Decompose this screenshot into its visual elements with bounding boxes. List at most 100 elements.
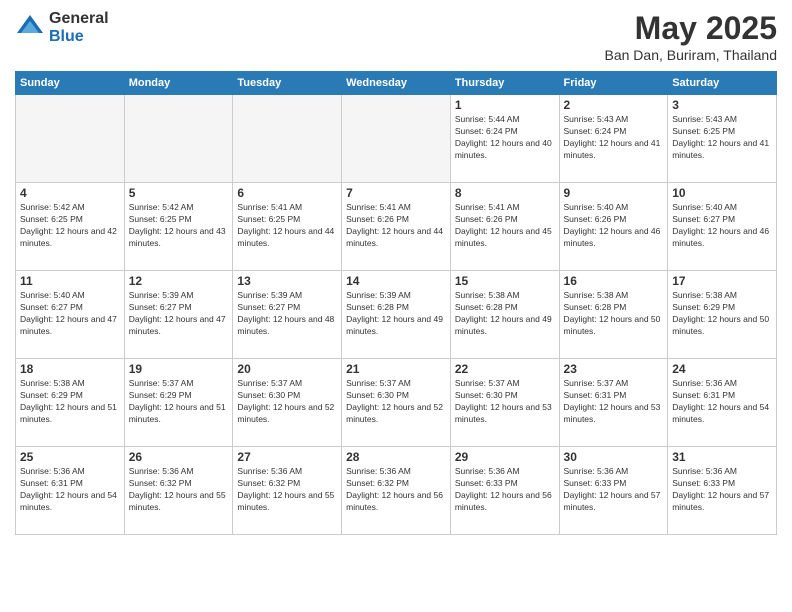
- day-info: Sunrise: 5:42 AMSunset: 6:25 PMDaylight:…: [129, 202, 229, 250]
- header-wednesday: Wednesday: [342, 72, 451, 95]
- title-block: May 2025 Ban Dan, Buriram, Thailand: [605, 10, 778, 63]
- calendar-cell: 24Sunrise: 5:36 AMSunset: 6:31 PMDayligh…: [668, 359, 777, 447]
- calendar-cell: 22 Sunrise: 5:37 AMSunset: 6:30 PMDayligh…: [450, 359, 559, 447]
- day-info: Sunrise: 5:40 AMSunset: 6:26 PMDaylight:…: [564, 202, 664, 250]
- calendar-cell: 3Sunrise: 5:43 AMSunset: 6:25 PMDaylight…: [668, 95, 777, 183]
- day-info: Sunrise: 5:36 AMSunset: 6:33 PMDaylight:…: [672, 466, 772, 514]
- day-number: 6: [237, 186, 337, 200]
- day-number: 8: [455, 186, 555, 200]
- day-number: 27: [237, 450, 337, 464]
- day-number: 26: [129, 450, 229, 464]
- day-info: Sunrise: 5:36 AMSunset: 6:32 PMDaylight:…: [346, 466, 446, 514]
- calendar-cell: 27 Sunrise: 5:36 AMSunset: 6:32 PMDayligh…: [233, 447, 342, 535]
- day-number: 13: [237, 274, 337, 288]
- day-info: Sunrise: 5:37 AMSunset: 6:30 PMDaylight:…: [237, 378, 337, 426]
- calendar-cell: 23Sunrise: 5:37 AMSunset: 6:31 PMDayligh…: [559, 359, 668, 447]
- day-info: Sunrise: 5:40 AMSunset: 6:27 PMDaylight:…: [672, 202, 772, 250]
- calendar-cell: 16Sunrise: 5:38 AMSunset: 6:28 PMDayligh…: [559, 271, 668, 359]
- day-info: Sunrise: 5:36 AMSunset: 6:32 PMDaylight:…: [129, 466, 229, 514]
- calendar-cell: 1Sunrise: 5:44 AMSunset: 6:24 PMDaylight…: [450, 95, 559, 183]
- day-info: Sunrise: 5:39 AMSunset: 6:27 PMDaylight:…: [237, 290, 337, 338]
- header-sunday: Sunday: [16, 72, 125, 95]
- day-number: 10: [672, 186, 772, 200]
- header-thursday: Thursday: [450, 72, 559, 95]
- day-info: Sunrise: 5:36 AMSunset: 6:32 PMDaylight:…: [237, 466, 337, 514]
- calendar-cell: 19 Sunrise: 5:37 AMSunset: 6:29 PMDayligh…: [124, 359, 233, 447]
- calendar-cell: 17 Sunrise: 5:38 AMSunset: 6:29 PMDayligh…: [668, 271, 777, 359]
- calendar-cell: 20 Sunrise: 5:37 AMSunset: 6:30 PMDayligh…: [233, 359, 342, 447]
- calendar-cell: 21 Sunrise: 5:37 AMSunset: 6:30 PMDayligh…: [342, 359, 451, 447]
- day-info: Sunrise: 5:37 AMSunset: 6:30 PMDaylight:…: [455, 378, 555, 426]
- week-row-2: 4 Sunrise: 5:42 AMSunset: 6:25 PMDaylight…: [16, 183, 777, 271]
- day-number: 4: [20, 186, 120, 200]
- calendar-cell: 25Sunrise: 5:36 AMSunset: 6:31 PMDayligh…: [16, 447, 125, 535]
- day-number: 16: [564, 274, 664, 288]
- day-number: 5: [129, 186, 229, 200]
- day-info: Sunrise: 5:38 AMSunset: 6:29 PMDaylight:…: [672, 290, 772, 338]
- day-number: 7: [346, 186, 446, 200]
- location-subtitle: Ban Dan, Buriram, Thailand: [605, 47, 778, 63]
- page: General Blue May 2025 Ban Dan, Buriram, …: [0, 0, 792, 612]
- calendar-cell: 14 Sunrise: 5:39 AMSunset: 6:28 PMDayligh…: [342, 271, 451, 359]
- day-number: 17: [672, 274, 772, 288]
- calendar-cell: [342, 95, 451, 183]
- day-info: Sunrise: 5:37 AMSunset: 6:30 PMDaylight:…: [346, 378, 446, 426]
- day-number: 1: [455, 98, 555, 112]
- calendar-cell: 5 Sunrise: 5:42 AMSunset: 6:25 PMDaylight…: [124, 183, 233, 271]
- day-number: 22: [455, 362, 555, 376]
- week-row-4: 18Sunrise: 5:38 AMSunset: 6:29 PMDayligh…: [16, 359, 777, 447]
- day-info: Sunrise: 5:41 AMSunset: 6:26 PMDaylight:…: [455, 202, 555, 250]
- calendar-cell: 28 Sunrise: 5:36 AMSunset: 6:32 PMDayligh…: [342, 447, 451, 535]
- calendar-cell: 31Sunrise: 5:36 AMSunset: 6:33 PMDayligh…: [668, 447, 777, 535]
- calendar-table: Sunday Monday Tuesday Wednesday Thursday…: [15, 71, 777, 535]
- calendar-cell: 26 Sunrise: 5:36 AMSunset: 6:32 PMDayligh…: [124, 447, 233, 535]
- day-number: 19: [129, 362, 229, 376]
- logo-general-label: General: [49, 10, 109, 28]
- day-info: Sunrise: 5:39 AMSunset: 6:27 PMDaylight:…: [129, 290, 229, 338]
- day-info: Sunrise: 5:43 AMSunset: 6:24 PMDaylight:…: [564, 114, 664, 162]
- calendar-cell: 10 Sunrise: 5:40 AMSunset: 6:27 PMDayligh…: [668, 183, 777, 271]
- day-number: 21: [346, 362, 446, 376]
- day-number: 15: [455, 274, 555, 288]
- day-number: 25: [20, 450, 120, 464]
- header-friday: Friday: [559, 72, 668, 95]
- calendar-cell: [233, 95, 342, 183]
- calendar-cell: 4Sunrise: 5:42 AMSunset: 6:25 PMDaylight…: [16, 183, 125, 271]
- day-number: 23: [564, 362, 664, 376]
- day-number: 11: [20, 274, 120, 288]
- calendar-cell: 15Sunrise: 5:38 AMSunset: 6:28 PMDayligh…: [450, 271, 559, 359]
- calendar-cell: 13 Sunrise: 5:39 AMSunset: 6:27 PMDayligh…: [233, 271, 342, 359]
- calendar-cell: 6Sunrise: 5:41 AMSunset: 6:25 PMDaylight…: [233, 183, 342, 271]
- header-monday: Monday: [124, 72, 233, 95]
- day-info: Sunrise: 5:37 AMSunset: 6:29 PMDaylight:…: [129, 378, 229, 426]
- main-title: May 2025: [605, 10, 778, 47]
- day-number: 3: [672, 98, 772, 112]
- day-number: 29: [455, 450, 555, 464]
- week-row-3: 11Sunrise: 5:40 AMSunset: 6:27 PMDayligh…: [16, 271, 777, 359]
- logo-icon: [15, 13, 45, 43]
- day-number: 2: [564, 98, 664, 112]
- calendar-cell: 2 Sunrise: 5:43 AMSunset: 6:24 PMDaylight…: [559, 95, 668, 183]
- day-number: 9: [564, 186, 664, 200]
- week-row-1: 1Sunrise: 5:44 AMSunset: 6:24 PMDaylight…: [16, 95, 777, 183]
- day-info: Sunrise: 5:36 AMSunset: 6:31 PMDaylight:…: [672, 378, 772, 426]
- day-number: 30: [564, 450, 664, 464]
- day-info: Sunrise: 5:36 AMSunset: 6:33 PMDaylight:…: [455, 466, 555, 514]
- day-info: Sunrise: 5:41 AMSunset: 6:26 PMDaylight:…: [346, 202, 446, 250]
- day-info: Sunrise: 5:36 AMSunset: 6:33 PMDaylight:…: [564, 466, 664, 514]
- day-number: 12: [129, 274, 229, 288]
- day-number: 20: [237, 362, 337, 376]
- header: General Blue May 2025 Ban Dan, Buriram, …: [15, 10, 777, 63]
- day-number: 28: [346, 450, 446, 464]
- calendar-cell: 30 Sunrise: 5:36 AMSunset: 6:33 PMDayligh…: [559, 447, 668, 535]
- day-number: 14: [346, 274, 446, 288]
- day-info: Sunrise: 5:39 AMSunset: 6:28 PMDaylight:…: [346, 290, 446, 338]
- calendar-cell: [16, 95, 125, 183]
- logo: General Blue: [15, 10, 109, 45]
- day-info: Sunrise: 5:38 AMSunset: 6:29 PMDaylight:…: [20, 378, 120, 426]
- calendar-cell: 12 Sunrise: 5:39 AMSunset: 6:27 PMDayligh…: [124, 271, 233, 359]
- header-tuesday: Tuesday: [233, 72, 342, 95]
- calendar-cell: 7 Sunrise: 5:41 AMSunset: 6:26 PMDaylight…: [342, 183, 451, 271]
- calendar-cell: 29 Sunrise: 5:36 AMSunset: 6:33 PMDayligh…: [450, 447, 559, 535]
- calendar-cell: 11Sunrise: 5:40 AMSunset: 6:27 PMDayligh…: [16, 271, 125, 359]
